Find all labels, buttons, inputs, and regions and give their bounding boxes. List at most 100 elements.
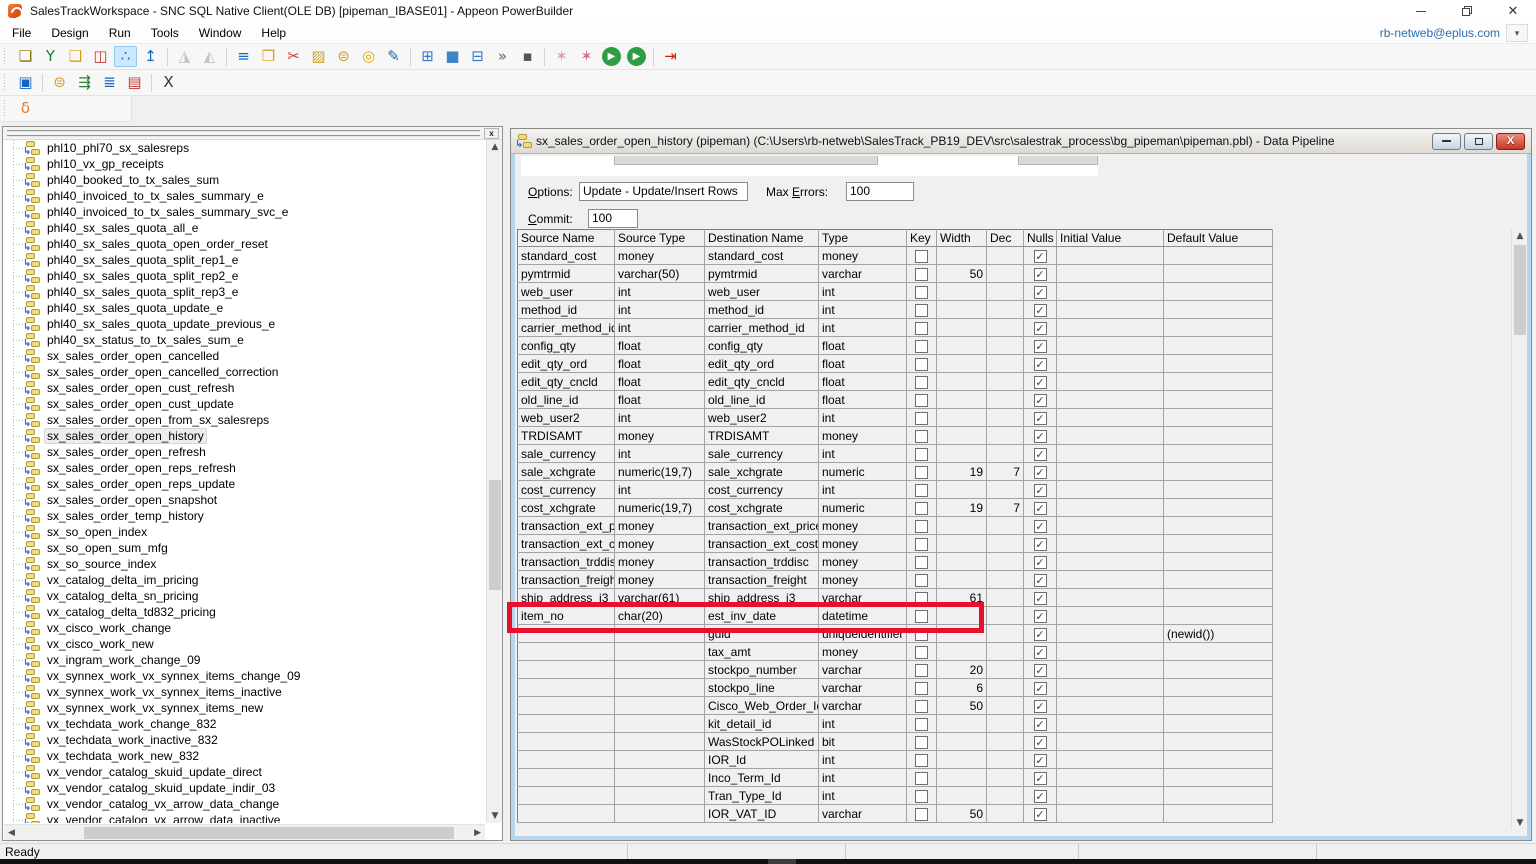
tree-item[interactable]: ↳ sx_sales_order_open_cancelled_correcti…: [4, 364, 485, 380]
scrollbar-thumb[interactable]: [489, 480, 501, 590]
source-type-cell[interactable]: numeric(19,7): [615, 499, 705, 517]
dec-cell[interactable]: [987, 787, 1024, 805]
source-name-cell[interactable]: [518, 661, 615, 679]
dec-cell[interactable]: [987, 553, 1024, 571]
key-checkbox[interactable]: [915, 736, 928, 749]
width-cell[interactable]: [937, 517, 987, 535]
dec-cell[interactable]: [987, 481, 1024, 499]
destination-name-cell[interactable]: config_qty: [705, 337, 819, 355]
stop-icon[interactable]: ▪: [516, 46, 539, 67]
key-checkbox[interactable]: [915, 322, 928, 335]
key-checkbox[interactable]: [915, 538, 928, 551]
default-value-cell[interactable]: [1164, 301, 1273, 319]
tree-item[interactable]: ↳ sx_sales_order_open_history: [4, 428, 485, 444]
width-cell[interactable]: 6: [937, 679, 987, 697]
destination-type-cell[interactable]: varchar: [819, 805, 907, 823]
tree-item[interactable]: ↳ vx_vendor_catalog_skuid_update_direct: [4, 764, 485, 780]
key-checkbox[interactable]: [915, 754, 928, 767]
max-errors-input[interactable]: 100: [846, 182, 914, 201]
dec-cell[interactable]: [987, 391, 1024, 409]
initial-value-cell[interactable]: [1057, 319, 1164, 337]
destination-name-cell[interactable]: stockpo_line: [705, 679, 819, 697]
scroll-down-icon[interactable]: ▼: [1512, 818, 1527, 828]
source-name-cell[interactable]: edit_qty_cncld: [518, 373, 615, 391]
key-checkbox[interactable]: [915, 304, 928, 317]
initial-value-cell[interactable]: [1057, 787, 1164, 805]
destination-name-cell[interactable]: IOR_Id: [705, 751, 819, 769]
dec-cell[interactable]: [987, 643, 1024, 661]
destination-name-cell[interactable]: IOR_VAT_ID: [705, 805, 819, 823]
source-name-cell[interactable]: [518, 679, 615, 697]
destination-type-cell[interactable]: float: [819, 373, 907, 391]
default-value-cell[interactable]: [1164, 535, 1273, 553]
initial-value-cell[interactable]: [1057, 715, 1164, 733]
source-type-cell[interactable]: [615, 643, 705, 661]
clip-window-icon[interactable]: ✂: [282, 46, 305, 67]
nulls-checkbox[interactable]: [1034, 682, 1047, 695]
width-cell[interactable]: [937, 301, 987, 319]
scrollbar-thumb[interactable]: [1514, 245, 1526, 335]
toolbar-gripper[interactable]: [3, 100, 8, 118]
dec-cell[interactable]: [987, 535, 1024, 553]
width-cell[interactable]: 20: [937, 661, 987, 679]
key-checkbox[interactable]: [915, 682, 928, 695]
menu-help[interactable]: Help: [251, 22, 296, 44]
close-button[interactable]: ✕: [1490, 0, 1536, 22]
tree-item[interactable]: ↳ vx_cisco_work_change: [4, 620, 485, 636]
destination-type-cell[interactable]: money: [819, 427, 907, 445]
output-icon[interactable]: ▨: [307, 46, 330, 67]
source-type-cell[interactable]: [615, 715, 705, 733]
tree-item[interactable]: ↳ phl40_sx_sales_quota_split_rep2_e: [4, 268, 485, 284]
destination-type-cell[interactable]: varchar: [819, 661, 907, 679]
destination-type-cell[interactable]: bit: [819, 733, 907, 751]
nulls-checkbox[interactable]: [1034, 790, 1047, 803]
todo-list-icon[interactable]: ≡: [232, 46, 255, 67]
tree-item[interactable]: ↳ sx_sales_order_temp_history: [4, 508, 485, 524]
destination-name-cell[interactable]: standard_cost: [705, 247, 819, 265]
source-type-cell[interactable]: [615, 679, 705, 697]
default-value-cell[interactable]: [1164, 679, 1273, 697]
destination-name-cell[interactable]: carrier_method_id: [705, 319, 819, 337]
nulls-checkbox[interactable]: [1034, 502, 1047, 515]
tree-item[interactable]: ↳ sx_sales_order_open_snapshot: [4, 492, 485, 508]
nulls-checkbox[interactable]: [1034, 358, 1047, 371]
source-name-cell[interactable]: [518, 769, 615, 787]
destination-type-cell[interactable]: int: [819, 787, 907, 805]
width-cell[interactable]: [937, 283, 987, 301]
source-type-cell[interactable]: float: [615, 355, 705, 373]
dec-cell[interactable]: [987, 409, 1024, 427]
initial-value-cell[interactable]: [1057, 733, 1164, 751]
pipeline-painter-icon[interactable]: δ: [14, 98, 37, 119]
dec-cell[interactable]: [987, 589, 1024, 607]
tree-item[interactable]: ↳ vx_vendor_catalog_skuid_update_indir_0…: [4, 780, 485, 796]
nulls-checkbox[interactable]: [1034, 808, 1047, 821]
tree-item[interactable]: ↳ phl40_invoiced_to_tx_sales_summary_e: [4, 188, 485, 204]
dec-cell[interactable]: [987, 265, 1024, 283]
width-cell[interactable]: 19: [937, 463, 987, 481]
initial-value-cell[interactable]: [1057, 247, 1164, 265]
nulls-checkbox[interactable]: [1034, 610, 1047, 623]
key-checkbox[interactable]: [915, 574, 928, 587]
width-cell[interactable]: [937, 643, 987, 661]
warning-next-icon[interactable]: ◮: [173, 46, 196, 67]
tree-item[interactable]: ↳ vx_ingram_work_change_09: [4, 652, 485, 668]
dec-cell[interactable]: [987, 319, 1024, 337]
menu-window[interactable]: Window: [189, 22, 252, 44]
run-window-icon[interactable]: ◫: [89, 46, 112, 67]
tree-item[interactable]: ↳ vx_techdata_work_change_832: [4, 716, 485, 732]
tree-item[interactable]: ↳ vx_techdata_work_new_832: [4, 748, 485, 764]
source-type-cell[interactable]: [615, 769, 705, 787]
tree-item[interactable]: ↳ sx_so_open_sum_mfg: [4, 540, 485, 556]
source-name-cell[interactable]: edit_qty_ord: [518, 355, 615, 373]
destination-type-cell[interactable]: varchar: [819, 697, 907, 715]
default-value-cell[interactable]: [1164, 409, 1273, 427]
menu-run[interactable]: Run: [99, 22, 141, 44]
nulls-checkbox[interactable]: [1034, 286, 1047, 299]
nulls-checkbox[interactable]: [1034, 430, 1047, 443]
tree-item[interactable]: ↳ vx_catalog_delta_sn_pricing: [4, 588, 485, 604]
nulls-checkbox[interactable]: [1034, 538, 1047, 551]
initial-value-cell[interactable]: [1057, 409, 1164, 427]
pipeline-minimize-button[interactable]: [1432, 133, 1461, 150]
tree-item[interactable]: ↳ vx_synnex_work_vx_synnex_items_new: [4, 700, 485, 716]
source-name-cell[interactable]: sale_currency: [518, 445, 615, 463]
